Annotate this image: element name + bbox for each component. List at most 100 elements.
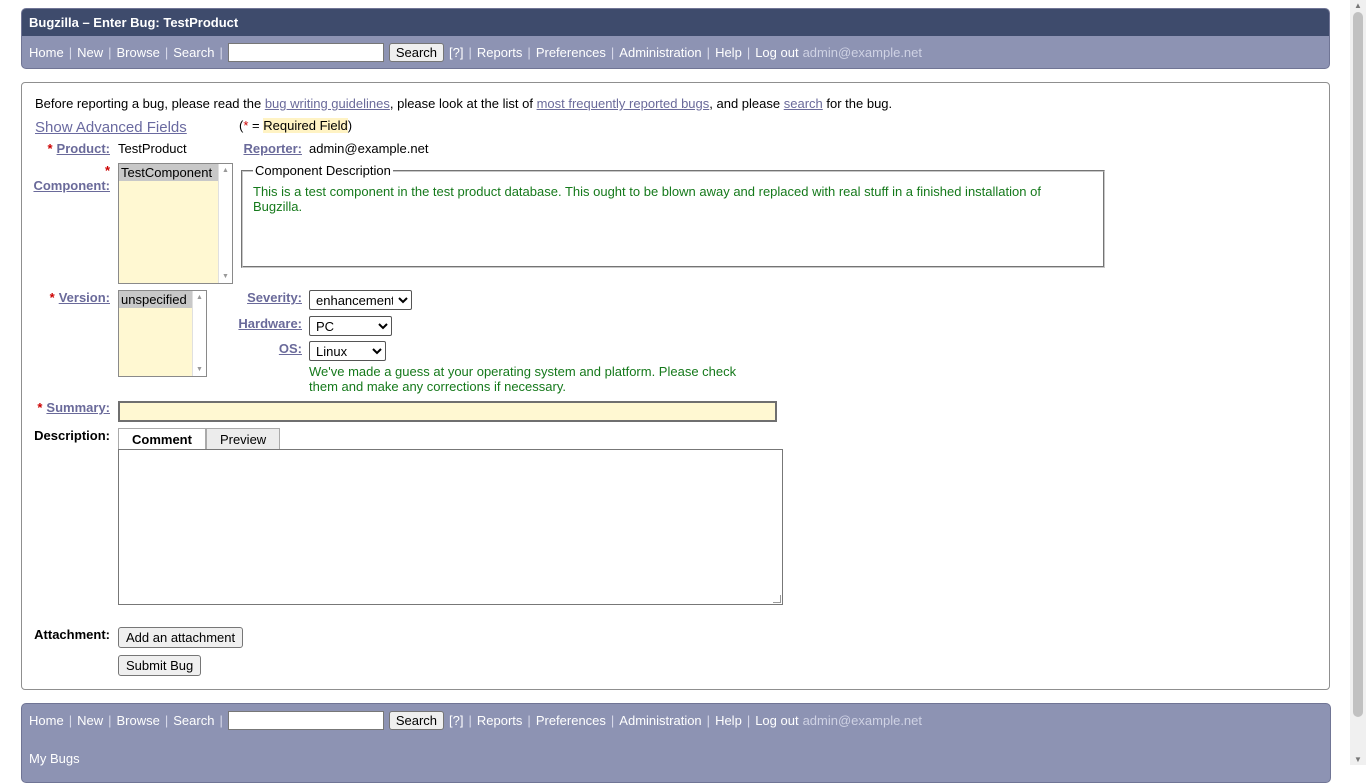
product-label: * Product: <box>47 141 110 156</box>
scroll-up-icon[interactable]: ▲ <box>1354 1 1362 10</box>
component-help-link[interactable]: Component: <box>33 178 110 193</box>
submit-bug-button[interactable]: Submit Bug <box>118 655 202 676</box>
scrollbar-thumb[interactable] <box>1353 12 1363 717</box>
nav-separator: | <box>68 713 73 728</box>
nav-separator: | <box>108 713 112 728</box>
nav-help-link[interactable]: Help <box>715 713 742 728</box>
frequent-bugs-link[interactable]: most frequently reported bugs <box>537 96 710 111</box>
os-help-link[interactable]: OS: <box>279 341 302 356</box>
intro-text-part: , please look at the list of <box>389 96 537 111</box>
os-label: OS: <box>279 341 302 356</box>
component-option[interactable]: TestComponent <box>119 164 218 181</box>
component-description-text: This is a test component in the test pro… <box>253 184 1041 214</box>
nav-home-link[interactable]: Home <box>29 713 64 728</box>
component-scrollbar[interactable]: ▲ ▼ <box>218 164 232 283</box>
show-advanced-fields-link[interactable]: Show Advanced Fields <box>35 119 187 136</box>
nav-search-link[interactable]: Search <box>173 45 214 60</box>
tab-comment[interactable]: Comment <box>118 428 206 451</box>
quicksearch-button[interactable]: Search <box>388 43 445 62</box>
version-help-link[interactable]: Version: <box>59 290 110 305</box>
tab-preview[interactable]: Preview <box>205 428 281 451</box>
quicksearch-help-link[interactable]: [?] <box>449 713 463 728</box>
nav-preferences-link[interactable]: Preferences <box>536 713 606 728</box>
description-label-text: Description: <box>34 428 110 443</box>
add-attachment-button[interactable]: Add an attachment <box>118 627 244 648</box>
summary-label: * Summary: <box>37 400 110 415</box>
attachment-label-text: Attachment: <box>34 627 110 642</box>
version-label: * Version: <box>50 290 110 305</box>
nav-browse-link[interactable]: Browse <box>116 713 159 728</box>
search-link[interactable]: search <box>784 96 823 111</box>
quicksearch-input[interactable] <box>227 43 384 62</box>
nav-separator: | <box>468 713 472 728</box>
severity-label: Severity: <box>247 290 302 305</box>
component-description-legend: Component Description <box>255 163 391 178</box>
nav-new-link[interactable]: New <box>77 713 103 728</box>
reporter-label: Reporter: <box>243 141 302 156</box>
product-help-link[interactable]: Product: <box>57 141 110 156</box>
product-value: TestProduct <box>118 141 187 156</box>
bottom-nav-bar: Home | New | Browse | Search | Search [?… <box>22 704 1330 737</box>
hardware-select[interactable]: PC <box>309 316 392 336</box>
nav-logout-link[interactable]: Log out <box>755 45 798 60</box>
version-scrollbar[interactable]: ▲ ▼ <box>192 291 206 376</box>
component-label: * Component: <box>33 163 110 193</box>
page-scrollbar[interactable]: ▲ ▼ <box>1350 0 1366 765</box>
intro-text-part: , and please <box>709 96 784 111</box>
nav-search-link[interactable]: Search <box>173 713 214 728</box>
required-star: * <box>49 290 55 305</box>
nav-reports-link[interactable]: Reports <box>477 45 523 60</box>
version-select[interactable]: unspecified ▲ ▼ <box>118 290 207 377</box>
required-field-note: (* = Required Field) <box>239 118 352 133</box>
severity-help-link[interactable]: Severity: <box>247 290 302 305</box>
resize-handle-icon[interactable] <box>773 595 781 603</box>
nav-separator: | <box>164 713 169 728</box>
nav-separator: | <box>706 45 711 60</box>
quicksearch-help-link[interactable]: [?] <box>449 45 463 60</box>
attachment-label: Attachment: <box>34 627 110 642</box>
bug-writing-guidelines-link[interactable]: bug writing guidelines <box>265 96 390 111</box>
required-star: * <box>37 400 43 415</box>
intro-text-part: Before reporting a bug, please read the <box>35 96 265 111</box>
nav-administration-link[interactable]: Administration <box>619 45 701 60</box>
intro-text-part: for the bug. <box>822 96 893 111</box>
scroll-up-icon: ▲ <box>196 294 203 301</box>
my-bugs-link[interactable]: My Bugs <box>22 751 87 766</box>
quicksearch-button[interactable]: Search <box>388 711 445 730</box>
top-nav-bar: Home | New | Browse | Search | Search [?… <box>22 36 1329 68</box>
nav-new-link[interactable]: New <box>77 45 103 60</box>
nav-logout-link[interactable]: Log out <box>755 713 798 728</box>
quicksearch-input[interactable] <box>227 711 384 730</box>
summary-help-link[interactable]: Summary: <box>46 400 110 415</box>
description-label: Description: <box>34 428 110 443</box>
nav-separator: | <box>164 45 169 60</box>
nav-preferences-link[interactable]: Preferences <box>536 45 606 60</box>
intro-text: Before reporting a bug, please read the … <box>35 96 892 111</box>
hardware-help-link[interactable]: Hardware: <box>238 316 302 331</box>
nav-separator: | <box>746 45 751 60</box>
os-select[interactable]: Linux <box>309 341 386 361</box>
platform-guess-note: We've made a guess at your operating sys… <box>309 364 737 394</box>
nav-separator: | <box>610 45 615 60</box>
scroll-down-icon[interactable]: ▼ <box>1354 755 1362 764</box>
nav-separator: | <box>219 45 223 60</box>
paren-close: ) <box>347 118 353 133</box>
reporter-help-link[interactable]: Reporter: <box>243 141 302 156</box>
nav-separator: | <box>219 713 223 728</box>
nav-administration-link[interactable]: Administration <box>619 713 701 728</box>
summary-input[interactable] <box>118 401 777 422</box>
nav-home-link[interactable]: Home <box>29 45 64 60</box>
equals-sign: = <box>248 118 264 133</box>
nav-browse-link[interactable]: Browse <box>116 45 159 60</box>
required-star: * <box>47 141 53 156</box>
enter-bug-form: Before reporting a bug, please read the … <box>21 82 1330 690</box>
severity-select[interactable]: enhancement <box>309 290 412 310</box>
nav-help-link[interactable]: Help <box>715 45 742 60</box>
nav-separator: | <box>68 45 73 60</box>
component-description-box: Component Description This is a test com… <box>241 163 1105 268</box>
component-select[interactable]: TestComponent ▲ ▼ <box>118 163 233 284</box>
nav-reports-link[interactable]: Reports <box>477 713 523 728</box>
description-tabs: Comment Preview <box>118 428 281 451</box>
version-option[interactable]: unspecified <box>119 291 192 308</box>
description-textarea[interactable] <box>118 449 783 605</box>
